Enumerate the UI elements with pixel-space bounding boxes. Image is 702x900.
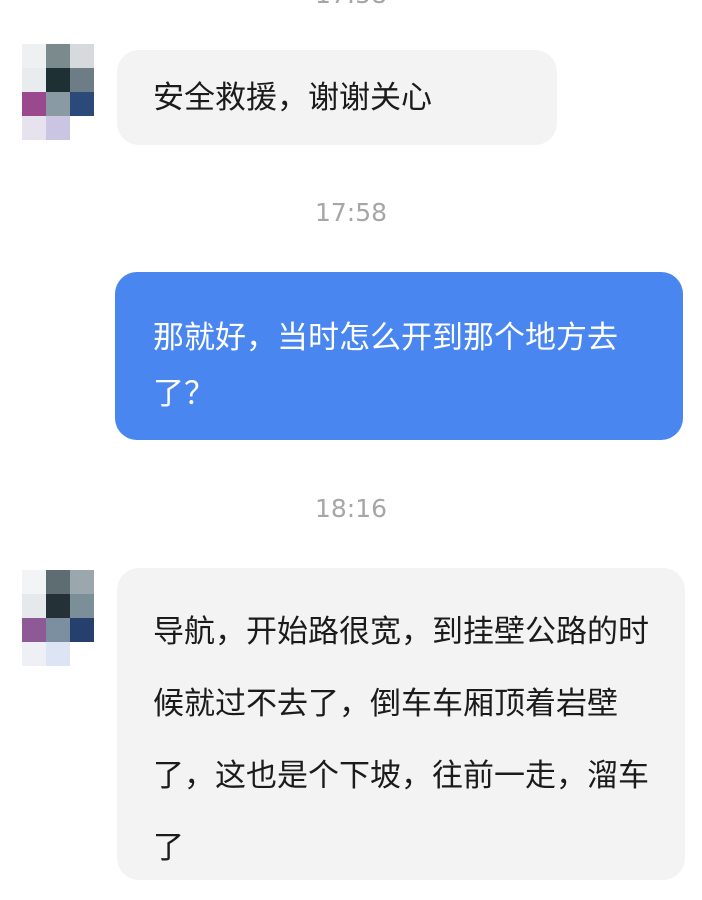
avatar-pixel [22,44,46,68]
avatar-pixel [22,570,46,594]
avatar-pixel [70,618,94,642]
message-bubble-incoming[interactable]: 导航，开始路很宽，到挂壁公路的时候就过不去了，倒车车厢顶着岩壁了，这也是个下坡，… [117,568,685,880]
avatar-pixel [46,618,70,642]
avatar-pixel [22,594,46,618]
avatar-pixel [70,642,94,666]
avatar-pixel [70,116,94,140]
contact-avatar[interactable] [22,44,94,140]
avatar-pixel [22,642,46,666]
message-text: 那就好，当时怎么开到那个地方去了？ [153,320,618,412]
avatar-pixel [46,68,70,92]
avatar-pixel [70,44,94,68]
avatar-pixel [46,92,70,116]
avatar-pixel [46,44,70,68]
avatar-pixel [46,594,70,618]
message-text: 导航，开始路很宽，到挂壁公路的时候就过不去了，倒车车厢顶着岩壁了，这也是个下坡，… [153,614,649,866]
avatar-pixel [70,570,94,594]
avatar-pixel [70,92,94,116]
message-text: 安全救援，谢谢关心 [153,80,432,116]
avatar-pixel [46,116,70,140]
avatar-pixel [22,92,46,116]
avatar-pixel [70,594,94,618]
timestamp: 18:16 [314,494,388,523]
avatar-pixel [46,642,70,666]
avatar-pixel [70,68,94,92]
timestamp-cut-off: 17:58 [0,0,702,9]
message-bubble-outgoing[interactable]: 那就好，当时怎么开到那个地方去了？ [115,272,683,440]
message-bubble-incoming[interactable]: 安全救援，谢谢关心 [117,50,557,145]
avatar-pixel [22,618,46,642]
timestamp: 17:58 [314,198,388,227]
contact-avatar[interactable] [22,570,94,666]
avatar-pixel [22,116,46,140]
avatar-pixel [46,570,70,594]
avatar-pixel [22,68,46,92]
